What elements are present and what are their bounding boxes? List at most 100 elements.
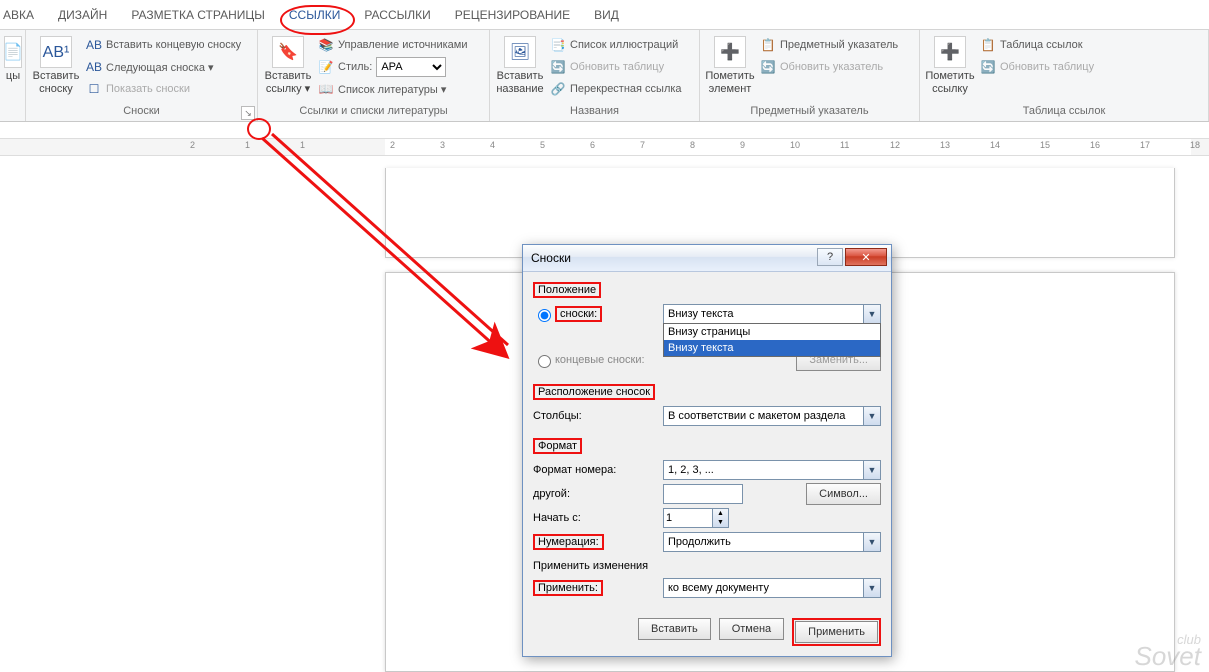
manage-sources-button[interactable]: 📚Управление источниками	[314, 34, 471, 56]
numbering-combo[interactable]: Продолжить▼	[663, 532, 881, 552]
tab-references[interactable]: ССЫЛКИ	[277, 0, 352, 30]
chevron-down-icon: ▼	[863, 533, 880, 551]
dropdown-item-bottom-page[interactable]: Внизу страницы	[664, 324, 880, 340]
mark-citation-button[interactable]: ➕ Пометитьссылку	[924, 32, 976, 105]
dialog-title: Сноски	[531, 251, 571, 265]
group-captions-label: Названия	[494, 105, 695, 121]
insert-citation-button[interactable]: 🔖 Вставитьссылку ▾	[262, 32, 314, 105]
apply-button[interactable]: Применить	[795, 621, 878, 643]
spinner-icon[interactable]: ▲▼	[713, 508, 729, 528]
ruler-tick: 10	[790, 140, 800, 150]
radio-endnotes[interactable]	[538, 355, 551, 368]
insert-footnote-button[interactable]: AB¹ Вставитьсноску	[30, 32, 82, 105]
citation-icon: 🔖	[272, 36, 304, 68]
symbol-button[interactable]: Символ...	[806, 483, 881, 505]
cross-reference-button[interactable]: 🔗Перекрестная ссылка	[546, 78, 686, 100]
chevron-down-icon: ▼	[863, 579, 880, 597]
section-position: Положение	[533, 282, 601, 298]
footnotes-dialog-launcher[interactable]: ↘	[241, 106, 255, 120]
ribbon: 📄цы AB¹ Вставитьсноску ABВставить концев…	[0, 30, 1209, 122]
columns-combo[interactable]: В соответствии с макетом раздела▼	[663, 406, 881, 426]
style-label: Стиль:	[338, 61, 372, 73]
tab-page-layout[interactable]: РАЗМЕТКА СТРАНИЦЫ	[119, 0, 277, 30]
style-icon: 📝	[318, 59, 334, 75]
footnote-icon: AB¹	[40, 36, 72, 68]
update-index-button[interactable]: 🔄Обновить указатель	[756, 56, 902, 78]
custom-mark-input[interactable]	[663, 484, 743, 504]
ruler-tick: 16	[1090, 140, 1100, 150]
ruler-tick: 2	[390, 140, 395, 150]
insert-toa-button[interactable]: 📋Таблица ссылок	[976, 34, 1098, 56]
tab-insert-cropped[interactable]: АВКА	[3, 0, 46, 30]
table-of-figures-button[interactable]: 📑Список иллюстраций	[546, 34, 686, 56]
dropdown-item-below-text[interactable]: Внизу текста	[664, 340, 880, 356]
mark-entry-button[interactable]: ➕ Пометитьэлемент	[704, 32, 756, 105]
tab-view[interactable]: ВИД	[582, 0, 631, 30]
ruler-tick: 3	[440, 140, 445, 150]
group-toa-label: Таблица ссылок	[924, 105, 1204, 121]
chevron-down-icon: ▼	[863, 461, 880, 479]
start-at-input[interactable]	[663, 508, 713, 528]
group-index: ➕ Пометитьэлемент 📋Предметный указатель …	[700, 30, 920, 121]
radio-endnotes-text: концевые сноски:	[555, 354, 645, 366]
update-toa-icon: 🔄	[980, 59, 996, 75]
ruler-tick: 1	[245, 140, 250, 150]
caption-icon: 🖼	[504, 36, 536, 68]
endnote-icon: AB	[86, 37, 102, 53]
ruler-tick: 18	[1190, 140, 1200, 150]
cancel-button[interactable]: Отмена	[719, 618, 784, 640]
horizontal-ruler[interactable]: 21123456789101112131415161718	[0, 138, 1209, 156]
footnotes-position-value: Внизу текста	[668, 308, 734, 320]
manage-sources-icon: 📚	[318, 37, 334, 53]
section-format: Формат	[533, 438, 582, 454]
next-footnote-icon: AB	[86, 59, 102, 75]
apply-to-combo[interactable]: ко всему документу▼	[663, 578, 881, 598]
dialog-footer: Вставить Отмена Применить	[523, 610, 891, 656]
insert-index-button[interactable]: 📋Предметный указатель	[756, 34, 902, 56]
tab-mailings[interactable]: РАССЫЛКИ	[352, 0, 442, 30]
number-format-combo[interactable]: 1, 2, 3, ...▼	[663, 460, 881, 480]
next-footnote-button[interactable]: ABСледующая сноска ▾	[82, 56, 245, 78]
dialog-help-button[interactable]: ?	[817, 248, 843, 266]
insert-endnote-button[interactable]: ABВставить концевую сноску	[82, 34, 245, 56]
mark-citation-icon: ➕	[934, 36, 966, 68]
citation-style-select[interactable]: APA	[376, 57, 446, 77]
update-icon: 🔄	[550, 59, 566, 75]
toc-button-cropped[interactable]: 📄цы	[4, 32, 22, 105]
insert-button[interactable]: Вставить	[638, 618, 711, 640]
bibliography-button[interactable]: 📖Список литературы ▾	[314, 78, 471, 100]
index-icon: 📋	[760, 37, 776, 53]
group-footnotes: AB¹ Вставитьсноску ABВставить концевую с…	[26, 30, 258, 121]
group-toc-cropped: 📄цы	[0, 30, 26, 121]
toa-icon: 📋	[980, 37, 996, 53]
ruler-tick: 14	[990, 140, 1000, 150]
section-apply-changes: Применить изменения	[533, 560, 648, 572]
radio-footnotes-label[interactable]: сноски:	[533, 306, 663, 322]
ribbon-tabs: АВКА ДИЗАЙН РАЗМЕТКА СТРАНИЦЫ ССЫЛКИ РАС…	[0, 0, 1209, 30]
radio-endnotes-label[interactable]: концевые сноски:	[533, 352, 663, 368]
ruler-tick: 9	[740, 140, 745, 150]
dialog-close-button[interactable]: ✕	[845, 248, 887, 266]
insert-caption-button[interactable]: 🖼 Вставитьназвание	[494, 32, 546, 105]
chevron-down-icon: ▼	[863, 305, 880, 323]
columns-label: Столбцы:	[533, 410, 663, 422]
show-notes-button[interactable]: ☐Показать сноски	[82, 78, 245, 100]
update-toa-button[interactable]: 🔄Обновить таблицу	[976, 56, 1098, 78]
section-layout: Расположение сносок	[533, 384, 655, 400]
numbering-label: Нумерация:	[533, 534, 604, 550]
ruler-tick: 1	[300, 140, 305, 150]
radio-footnotes[interactable]	[538, 309, 551, 322]
ruler-tick: 11	[840, 140, 849, 150]
update-table-button[interactable]: 🔄Обновить таблицу	[546, 56, 686, 78]
ruler-active-area	[385, 139, 1191, 155]
start-at-label: Начать с:	[533, 512, 663, 524]
footnotes-position-combo[interactable]: Внизу текста ▼	[663, 304, 881, 324]
tab-design[interactable]: ДИЗАЙН	[46, 0, 119, 30]
footnotes-dialog: Сноски ? ✕ Положение сноски: Внизу текст…	[522, 244, 892, 657]
bibliography-icon: 📖	[318, 81, 334, 97]
ruler-tick: 6	[590, 140, 595, 150]
tab-review[interactable]: РЕЦЕНЗИРОВАНИЕ	[443, 0, 582, 30]
group-captions: 🖼 Вставитьназвание 📑Список иллюстраций 🔄…	[490, 30, 700, 121]
ruler-tick: 2	[190, 140, 195, 150]
dialog-titlebar[interactable]: Сноски ? ✕	[523, 245, 891, 272]
